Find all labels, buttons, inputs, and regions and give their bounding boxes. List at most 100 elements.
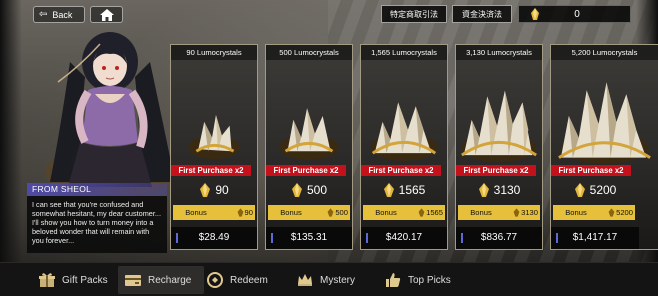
bonus-bar: Bonus 1565 bbox=[363, 205, 445, 220]
pack-card[interactable]: 90 Lumocrystals First Purchase x2 90 Bon… bbox=[170, 44, 258, 250]
character-dialogue: I can see that you're confused and somew… bbox=[27, 196, 167, 253]
pack-card[interactable]: 5,200 Lumocrystals First Purchase x2 520… bbox=[550, 44, 658, 250]
pack-amount: 500 bbox=[266, 178, 352, 202]
home-button[interactable] bbox=[90, 6, 123, 23]
price-marker bbox=[366, 233, 368, 243]
bonus-label: Bonus bbox=[280, 208, 302, 217]
pack-card[interactable]: 3,130 Lumocrystals First Purchase x2 313… bbox=[455, 44, 543, 250]
price-button[interactable]: $836.77 bbox=[456, 227, 542, 249]
pack-amount-value: 3130 bbox=[493, 183, 521, 197]
crystal-pile-art bbox=[558, 82, 651, 164]
bonus-bar: Bonus 5200 bbox=[553, 205, 635, 220]
bonus-bar: Bonus 3130 bbox=[458, 205, 540, 220]
first-purchase-badge: First Purchase x2 bbox=[456, 165, 536, 176]
shopkeeper-character bbox=[45, 32, 175, 194]
character-name: FROM SHEOL bbox=[27, 183, 167, 196]
tab-redeem[interactable]: Redeem bbox=[206, 266, 268, 294]
price-button[interactable]: $420.17 bbox=[361, 227, 447, 249]
shop-tab-bar: Gift Packs Recharge Redeem Mystery Top P… bbox=[0, 262, 658, 296]
currency-value: 0 bbox=[574, 8, 580, 20]
payment-act-button[interactable]: 資金決済法 bbox=[452, 5, 512, 23]
tab-redeem-label: Redeem bbox=[230, 274, 268, 286]
tab-mystery-label: Mystery bbox=[320, 274, 355, 286]
thumbs-up-icon bbox=[386, 273, 401, 287]
bonus-value: 1565 bbox=[409, 208, 445, 217]
pack-amount-value: 1565 bbox=[398, 183, 426, 197]
price-marker bbox=[556, 233, 558, 243]
pack-amount: 5200 bbox=[551, 178, 639, 202]
gift-icon bbox=[39, 273, 55, 287]
screen-edge-left bbox=[0, 0, 22, 262]
legal-notice-button[interactable]: 特定商取引法 bbox=[381, 5, 447, 23]
bonus-label: Bonus bbox=[375, 208, 397, 217]
price-button[interactable]: $28.49 bbox=[171, 227, 257, 249]
pack-title: 90 Lumocrystals bbox=[171, 45, 257, 60]
shop-background: ⇦ Back 特定商取引法 資金決済法 0 FROM SHEOL I can s… bbox=[0, 0, 658, 296]
lumocrystal-icon bbox=[513, 208, 520, 217]
lumocrystal-icon bbox=[574, 183, 585, 197]
tab-gift-label: Gift Packs bbox=[62, 274, 108, 286]
pack-amount-value: 500 bbox=[306, 183, 328, 197]
first-purchase-badge: First Purchase x2 bbox=[551, 165, 631, 176]
price-label: $28.49 bbox=[198, 232, 230, 243]
price-marker bbox=[271, 233, 273, 243]
pack-amount: 3130 bbox=[456, 178, 542, 202]
price-button[interactable]: $1,417.17 bbox=[551, 227, 639, 249]
bonus-amount: 5200 bbox=[616, 208, 633, 217]
home-icon bbox=[99, 8, 114, 21]
pack-amount: 90 bbox=[171, 178, 257, 202]
lumocrystal-icon bbox=[608, 208, 615, 217]
pack-amount: 1565 bbox=[361, 178, 447, 202]
pack-amount-value: 5200 bbox=[589, 183, 617, 197]
bonus-value: 5200 bbox=[599, 208, 635, 217]
bonus-bar: Bonus 500 bbox=[268, 205, 350, 220]
bonus-value: 3130 bbox=[504, 208, 540, 217]
lumocrystal-icon bbox=[327, 208, 334, 217]
first-purchase-badge: First Purchase x2 bbox=[171, 165, 251, 176]
lumocrystal-icon bbox=[291, 183, 302, 197]
lumocrystal-icon bbox=[383, 183, 394, 197]
crown-icon bbox=[298, 274, 312, 286]
crystal-pile-art bbox=[370, 102, 438, 161]
lumocrystal-icon bbox=[237, 208, 243, 217]
lumocrystal-icon bbox=[478, 183, 489, 197]
redeem-icon bbox=[207, 272, 223, 288]
pack-title: 3,130 Lumocrystals bbox=[456, 45, 542, 60]
pack-title: 5,200 Lumocrystals bbox=[551, 45, 658, 60]
pack-card[interactable]: 500 Lumocrystals First Purchase x2 500 B… bbox=[265, 44, 353, 250]
price-marker bbox=[176, 233, 178, 243]
tab-top-label: Top Picks bbox=[408, 274, 451, 286]
bonus-amount: 3130 bbox=[521, 208, 538, 217]
back-arrow-icon: ⇦ bbox=[39, 8, 48, 20]
bonus-bar: Bonus 90 bbox=[173, 205, 255, 220]
bonus-amount: 90 bbox=[244, 208, 253, 217]
tab-recharge-label: Recharge bbox=[148, 274, 192, 286]
recharge-icon bbox=[125, 275, 141, 286]
price-label: $836.77 bbox=[480, 232, 518, 243]
pack-title: 500 Lumocrystals bbox=[266, 45, 352, 60]
back-button[interactable]: ⇦ Back bbox=[33, 6, 85, 23]
crystal-pile-art bbox=[188, 115, 240, 160]
price-marker bbox=[461, 233, 463, 243]
bonus-label: Bonus bbox=[185, 208, 207, 217]
bonus-value: 90 bbox=[219, 208, 255, 217]
tab-gift-packs[interactable]: Gift Packs bbox=[38, 266, 108, 294]
bonus-label: Bonus bbox=[565, 208, 587, 217]
price-label: $420.17 bbox=[385, 232, 423, 243]
lumocrystal-icon bbox=[418, 208, 425, 217]
back-label: Back bbox=[52, 9, 73, 20]
bonus-amount: 500 bbox=[335, 208, 348, 217]
bonus-label: Bonus bbox=[470, 208, 492, 217]
bonus-value: 500 bbox=[314, 208, 350, 217]
price-label: $1,417.17 bbox=[572, 232, 618, 243]
pack-card[interactable]: 1,565 Lumocrystals First Purchase x2 156… bbox=[360, 44, 448, 250]
tab-top-picks[interactable]: Top Picks bbox=[384, 266, 451, 294]
crystal-pile-art bbox=[279, 108, 339, 160]
first-purchase-badge: First Purchase x2 bbox=[266, 165, 346, 176]
tab-mystery[interactable]: Mystery bbox=[296, 266, 355, 294]
bonus-amount: 1565 bbox=[426, 208, 443, 217]
currency-display: 0 bbox=[518, 5, 631, 23]
tab-recharge[interactable]: Recharge bbox=[118, 266, 204, 294]
lumocrystal-icon bbox=[531, 8, 539, 20]
price-button[interactable]: $135.31 bbox=[266, 227, 352, 249]
